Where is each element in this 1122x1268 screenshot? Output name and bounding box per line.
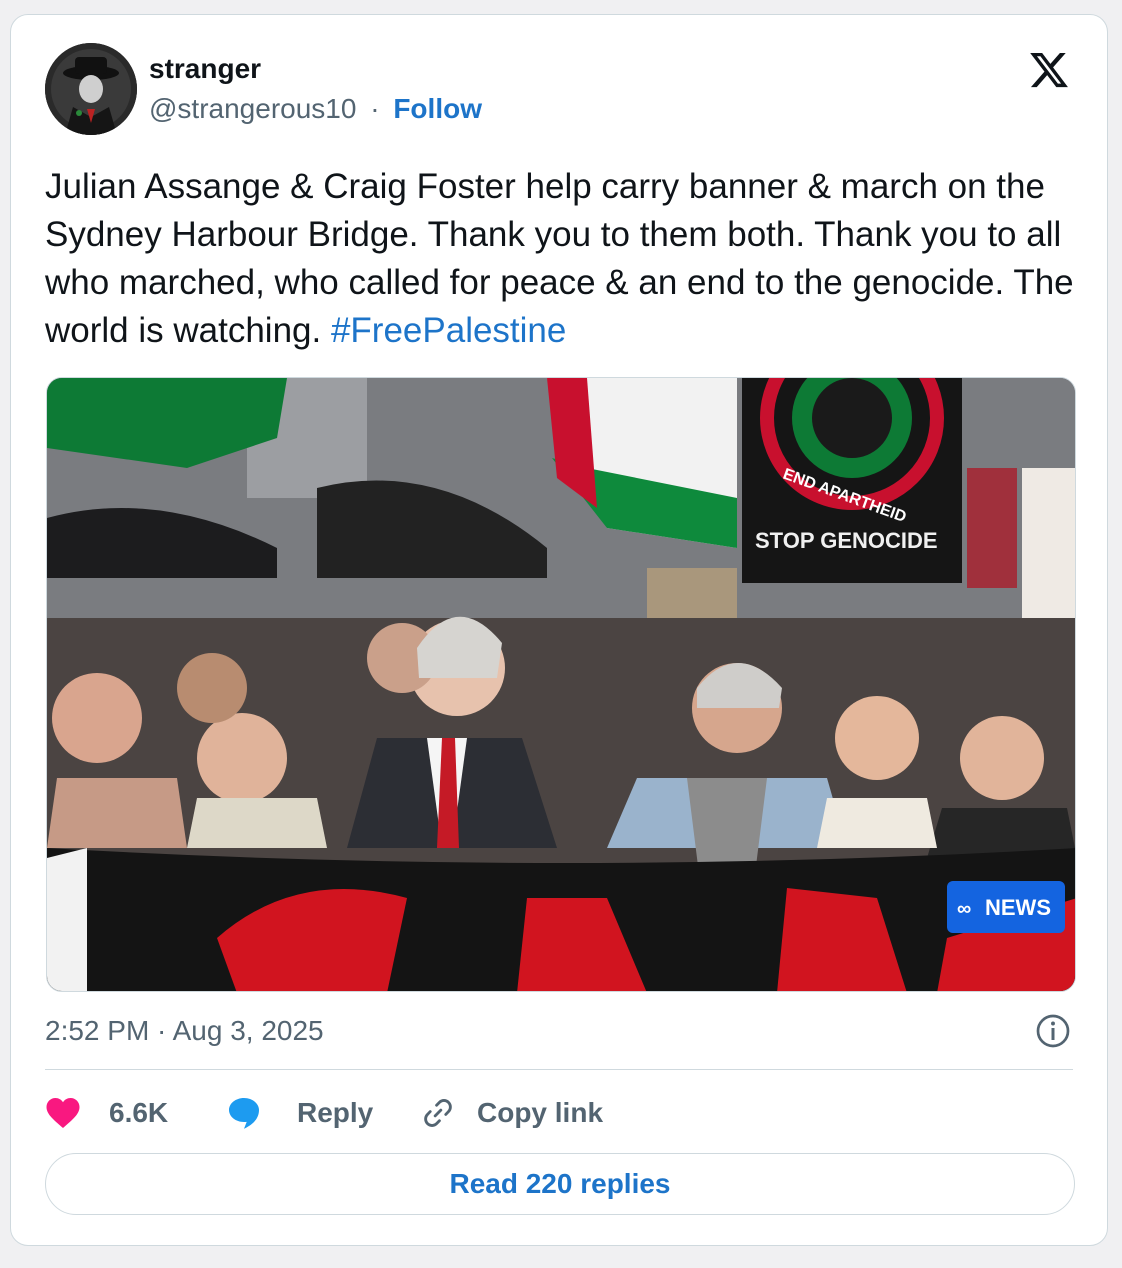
tweet-media-image[interactable]: END APARTHEID STOP GENOCIDE ∞ NEWS <box>46 377 1076 992</box>
like-button[interactable]: 6.6K <box>45 1093 168 1133</box>
separator-dot: · <box>370 93 380 124</box>
avatar-image <box>45 43 137 135</box>
follow-button[interactable]: Follow <box>393 93 482 124</box>
copy-link-label: Copy link <box>477 1097 604 1128</box>
x-logo-icon[interactable] <box>1027 49 1071 91</box>
avatar[interactable] <box>45 43 137 135</box>
author-handle-row: @strangerous10 · Follow <box>149 93 482 125</box>
author-name[interactable]: stranger <box>149 53 261 85</box>
read-replies-button[interactable]: Read 220 replies <box>45 1153 1075 1215</box>
reply-bubble-icon <box>229 1098 259 1129</box>
action-bar: 6.6K Reply Copy link <box>45 1093 1045 1133</box>
divider <box>45 1069 1073 1070</box>
svg-text:∞: ∞ <box>957 898 971 920</box>
copy-link-button[interactable]: Copy link <box>421 1093 603 1133</box>
link-icon <box>424 1099 452 1127</box>
like-count: 6.6K <box>109 1097 169 1128</box>
heart-icon <box>46 1098 80 1128</box>
tweet-timestamp[interactable]: 2:52 PM · Aug 3, 2025 <box>45 1015 324 1047</box>
author-handle[interactable]: @strangerous10 <box>149 93 356 124</box>
hashtag-link[interactable]: #FreePalestine <box>331 311 566 350</box>
reply-button[interactable]: Reply <box>225 1093 373 1133</box>
tweet-card: stranger @strangerous10 · Follow Julian … <box>10 14 1108 1246</box>
read-replies-label: Read 220 replies <box>449 1168 671 1199</box>
tweet-text: Julian Assange & Craig Foster help carry… <box>45 163 1085 355</box>
protest-photo: END APARTHEID STOP GENOCIDE ∞ NEWS <box>47 378 1075 991</box>
stop-genocide-sign: STOP GENOCIDE <box>755 528 938 553</box>
info-icon[interactable] <box>1035 1013 1071 1049</box>
reply-label: Reply <box>297 1097 374 1128</box>
news-badge-text: NEWS <box>985 895 1051 920</box>
